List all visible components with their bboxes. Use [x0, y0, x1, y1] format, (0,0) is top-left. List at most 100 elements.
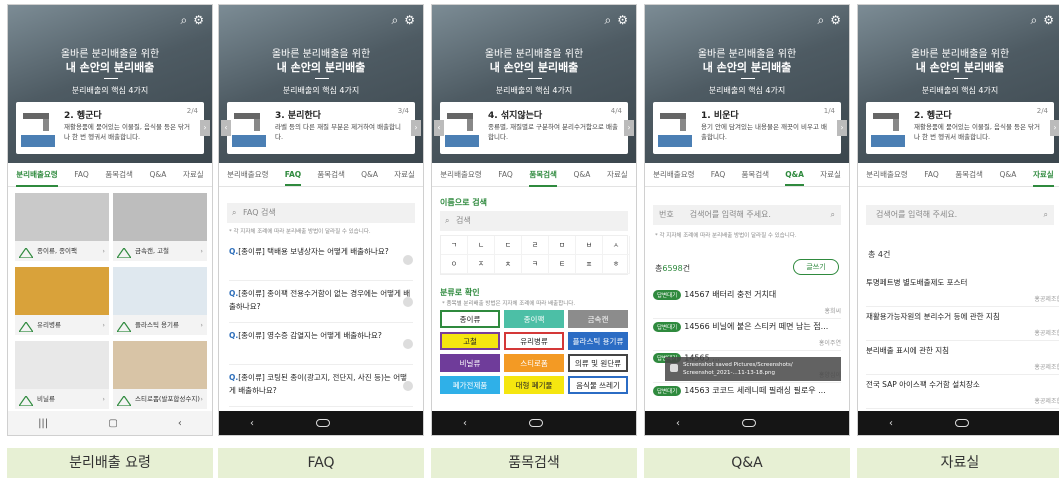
- home-icon[interactable]: [316, 419, 330, 427]
- search-icon[interactable]: ⌕: [818, 13, 825, 27]
- qna-search-input[interactable]: 번호 검색어를 입력해 주세요. ⌕: [653, 205, 841, 225]
- category-button[interactable]: 폐가전제품: [440, 376, 500, 394]
- tip-card[interactable]: 2. 헹군다 재활용품에 묻어있는 이물질, 음식물 등은 닦거나 한 번 헹궈서…: [866, 102, 1059, 154]
- tab-item[interactable]: Q&A: [1000, 170, 1017, 179]
- faq-item[interactable]: Q.[종이류] 코팅된 종이(광고지, 전단지, 사진 등)는 어떻게 배출하나…: [229, 371, 413, 407]
- back-icon[interactable]: ‹: [676, 418, 680, 429]
- consonant-key[interactable]: ㅅ: [603, 236, 630, 255]
- back-icon[interactable]: ‹: [889, 418, 893, 429]
- search-icon[interactable]: ⌕: [605, 13, 612, 27]
- tab-item[interactable]: 분리배출요령: [866, 169, 907, 180]
- search-icon[interactable]: ⌕: [1031, 13, 1038, 27]
- consonant-key[interactable]: ㅊ: [495, 255, 522, 274]
- tab-item[interactable]: FAQ: [284, 170, 302, 186]
- tab-item[interactable]: 품목검색: [317, 169, 345, 180]
- library-row[interactable]: 투명페트병 별도배출제도 포스터홍공제조합: [866, 277, 1059, 307]
- tip-card[interactable]: 1. 비운다 용기 안에 담겨있는 내용물은 깨끗이 비우고 배출합니다. 1/4 ›: [653, 102, 847, 154]
- consonant-key[interactable]: ㅁ: [549, 236, 576, 255]
- category-button[interactable]: 비닐류: [440, 354, 500, 372]
- consonant-key[interactable]: ㅇ: [441, 255, 468, 274]
- consonant-key[interactable]: ㅌ: [549, 255, 576, 274]
- library-row[interactable]: 전국 SAP 아이스팩 수거함 설치장소홍공제조합: [866, 379, 1059, 409]
- category-tile[interactable]: 금속캔, 고철 ›: [113, 193, 207, 261]
- category-tile[interactable]: 스티로폼(발포합성수지) ›: [113, 341, 207, 409]
- prev-arrow-icon[interactable]: ‹: [221, 120, 231, 136]
- consonant-key[interactable]: ㅍ: [576, 255, 603, 274]
- home-icon[interactable]: [529, 419, 543, 427]
- consonant-key[interactable]: ㄹ: [522, 236, 549, 255]
- back-icon[interactable]: ‹: [463, 418, 467, 429]
- consonant-key[interactable]: ㅎ: [603, 255, 630, 274]
- tab-item[interactable]: 자료실: [1032, 169, 1054, 187]
- faq-item[interactable]: Q.[종이류] 종이팩 전용수거함이 없는 경우에는 어떻게 배출하나요?: [229, 287, 413, 323]
- category-button[interactable]: 종이류: [440, 310, 500, 328]
- consonant-key[interactable]: ㅂ: [576, 236, 603, 255]
- consonant-key[interactable]: ㄱ: [441, 236, 468, 255]
- category-button[interactable]: 음식물 쓰레기: [568, 376, 628, 394]
- gear-icon[interactable]: ⚙: [830, 13, 841, 27]
- category-tile[interactable]: 유리병류 ›: [15, 267, 109, 335]
- library-search-input[interactable]: 검색어를 입력해 주세요. ⌕: [866, 205, 1054, 225]
- home-icon[interactable]: [955, 419, 969, 427]
- tab-item[interactable]: 품목검색: [529, 169, 557, 187]
- search-icon[interactable]: ⌕: [1044, 205, 1048, 225]
- category-button[interactable]: 종이팩: [504, 310, 564, 328]
- tab-item[interactable]: 자료실: [394, 169, 415, 180]
- back-icon[interactable]: ‹: [250, 418, 254, 429]
- tab-item[interactable]: FAQ: [74, 170, 89, 179]
- tab-item[interactable]: 품목검색: [105, 169, 133, 180]
- tab-item[interactable]: Q&A: [785, 170, 804, 186]
- category-button[interactable]: 스티로폼: [504, 354, 564, 372]
- back-icon[interactable]: ‹: [178, 418, 182, 429]
- tab-item[interactable]: Q&A: [361, 170, 378, 179]
- recents-icon[interactable]: |||: [38, 418, 48, 429]
- next-arrow-icon[interactable]: ›: [200, 120, 210, 136]
- tab-item[interactable]: 분리배출요령: [227, 169, 268, 180]
- library-row[interactable]: 분리배출 표시에 관한 지침홍공제조합: [866, 345, 1059, 375]
- search-icon[interactable]: ⌕: [831, 205, 835, 225]
- write-button[interactable]: 글쓰기: [793, 259, 839, 275]
- tab-item[interactable]: FAQ: [711, 170, 726, 179]
- library-row[interactable]: 재활용가능자원의 분리수거 등에 관한 지침홍공제조합: [866, 311, 1059, 341]
- next-arrow-icon[interactable]: ›: [837, 120, 847, 136]
- faq-item[interactable]: Q.[종이류] 영수증 감열지는 어떻게 배출하나요?: [229, 329, 413, 365]
- home-icon[interactable]: [742, 419, 756, 427]
- tab-item[interactable]: 자료실: [820, 169, 841, 180]
- category-button[interactable]: 금속캔: [568, 310, 628, 328]
- search-icon[interactable]: ⌕: [392, 13, 399, 27]
- consonant-key[interactable]: ㄴ: [468, 236, 495, 255]
- tab-item[interactable]: 분리배출요령: [440, 169, 481, 180]
- category-tile[interactable]: 종이류, 종이팩 ›: [15, 193, 109, 261]
- gear-icon[interactable]: ⚙: [193, 13, 204, 27]
- tab-item[interactable]: 품목검색: [955, 169, 983, 180]
- tab-item[interactable]: 자료실: [607, 169, 628, 180]
- tip-card[interactable]: 4. 섞지않는다 종류별, 재질별로 구분하여 분리수거함으로 배출합니다. 4/4…: [434, 102, 634, 154]
- tab-item[interactable]: 자료실: [183, 169, 204, 180]
- tab-item[interactable]: Q&A: [150, 170, 167, 179]
- gear-icon[interactable]: ⚙: [1043, 13, 1054, 27]
- search-icon[interactable]: ⌕: [181, 13, 188, 27]
- category-tile[interactable]: 비닐류 ›: [15, 341, 109, 409]
- gear-icon[interactable]: ⚙: [404, 13, 415, 27]
- next-arrow-icon[interactable]: ›: [624, 120, 634, 136]
- tip-card[interactable]: 3. 분리한다 라벨 등의 다른 재질 부분은 제거하여 배출합니다. 3/4 › ‹: [221, 102, 421, 154]
- prev-arrow-icon[interactable]: ‹: [434, 120, 444, 136]
- consonant-key[interactable]: ㄷ: [495, 236, 522, 255]
- category-button[interactable]: 플라스틱 용기류: [568, 332, 628, 350]
- category-button[interactable]: 유리병류: [504, 332, 564, 350]
- category-button[interactable]: 의류 및 원단류: [568, 354, 628, 372]
- gear-icon[interactable]: ⚙: [617, 13, 628, 27]
- qna-row[interactable]: 답변대기 14566 비닐에 붙은 스티커 떼면 남는 접... 홍이주연: [653, 321, 841, 351]
- category-button[interactable]: 대형 폐기물: [504, 376, 564, 394]
- next-arrow-icon[interactable]: ›: [411, 120, 421, 136]
- item-search-input[interactable]: ⌕ 검색: [440, 211, 628, 231]
- tab-item[interactable]: FAQ: [924, 170, 939, 179]
- category-button[interactable]: 고철: [440, 332, 500, 350]
- tab-item[interactable]: FAQ: [498, 170, 513, 179]
- tab-item[interactable]: 품목검색: [741, 169, 769, 180]
- faq-item[interactable]: Q.[종이류] 택배용 보냉상자는 어떻게 배출하나요?: [229, 245, 413, 281]
- consonant-key[interactable]: ㅋ: [522, 255, 549, 274]
- tab-item[interactable]: 분리배출요령: [653, 169, 694, 180]
- qna-row[interactable]: 답변대기 14567 배터리 충전 거치대 홍희씨: [653, 289, 841, 319]
- tab-item[interactable]: Q&A: [574, 170, 591, 179]
